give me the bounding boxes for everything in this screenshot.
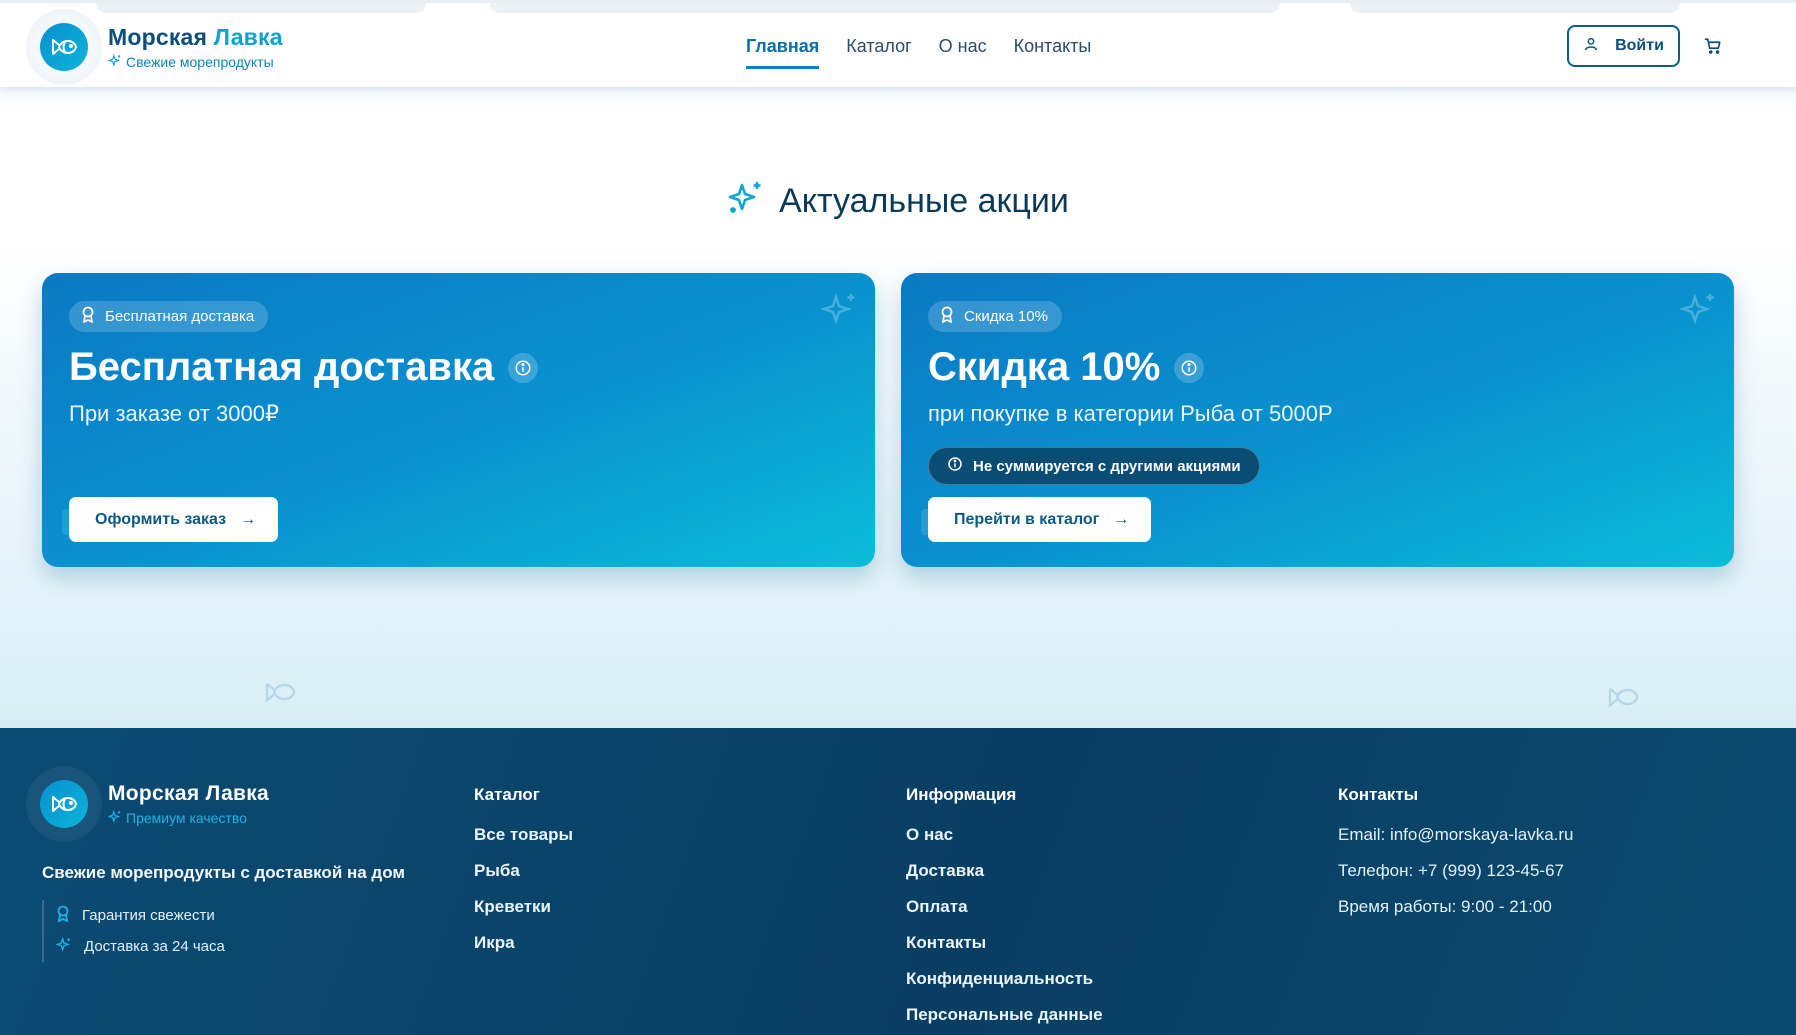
footer-link-about[interactable]: О нас [906,825,1103,861]
cart-icon[interactable] [1704,37,1722,60]
info-icon[interactable] [1174,352,1205,383]
footer-logo[interactable]: Морская Лавка Премиум качество [26,766,269,842]
logo-ring [26,766,102,842]
sparkles-icon [820,291,859,332]
promo-card-subtitle: При заказе от 3000₽ [69,401,279,426]
footer-logo-title: Морская Лавка [108,781,270,805]
nav-link-catalog[interactable]: Каталог [846,36,911,69]
promo-card-title: Скидка 10% [928,345,1205,390]
promo-card-subtitle: при покупке в категории Рыба от 5000Р [928,401,1333,426]
award-icon [56,905,70,926]
sparkles-icon [107,53,122,71]
site-footer: Морская Лавка Премиум качество Свежие мо… [0,728,1796,1035]
fish-icon [40,780,88,828]
promo-note-badge: Не суммируется с другими акциями [928,447,1260,485]
promo-card-title: Бесплатная доставка [69,345,539,390]
footer-link-all-products[interactable]: Все товары [474,825,573,861]
arrow-right-icon: → [1113,510,1130,528]
site-header: Морская Лавка Свежие морепродукты Главна… [0,0,1796,87]
footer-phone[interactable]: Телефон: +7 (999) 123-45-67 [1338,861,1574,897]
promotions-title: Актуальные акции [0,179,1796,224]
header-shadow-decoration [1350,3,1680,13]
info-icon[interactable] [508,352,539,383]
footer-link-payment[interactable]: Оплата [906,897,1103,933]
header-logo[interactable]: Морская Лавка Свежие морепродукты [26,9,283,85]
nav-link-home[interactable]: Главная [746,36,820,69]
promotions-section: Актуальные акции Бесплатная доставка Бес… [0,87,1796,728]
footer-column-title: Каталог [474,785,540,804]
footer-link-delivery[interactable]: Доставка [906,861,1103,897]
arrow-right-icon: → [240,510,257,528]
footer-link-personal-data[interactable]: Персональные данные [906,1005,1103,1035]
footer-column-info: Информация О нас Доставка Оплата Контакт… [906,785,1103,1035]
sparkles-icon [727,179,765,224]
footer-column-catalog: Каталог Все товары Рыба Креветки Икра [474,785,573,969]
go-to-catalog-button[interactable]: Перейти в каталог → [928,497,1152,542]
logo-subtitle: Свежие морепродукты [107,53,283,71]
user-icon [1583,36,1599,57]
footer-column-title: Контакты [1338,785,1419,804]
footer-feature: Гарантия свежести [56,900,225,931]
promo-badge: Скидка 10% [928,301,1062,332]
promo-card-free-delivery: Бесплатная доставка Бесплатная доставка … [42,273,875,567]
footer-email[interactable]: Email: info@morskaya-lavka.ru [1338,825,1574,861]
place-order-button[interactable]: Оформить заказ → [69,497,279,542]
header-shadow-decoration [490,3,1280,13]
footer-link-fish[interactable]: Рыба [474,861,573,897]
award-icon [81,306,95,327]
footer-logo-subtitle: Премиум качество [107,809,269,827]
promo-card-discount: Скидка 10% Скидка 10% при покупке в кате… [901,273,1734,567]
fish-icon [262,679,298,710]
fish-icon [1605,684,1641,715]
login-button[interactable]: Войти [1567,25,1680,67]
footer-hours: Время работы: 9:00 - 21:00 [1338,897,1552,916]
logo-ring [26,9,102,85]
main-nav: Главная Каталог О нас Контакты [746,36,1091,69]
nav-link-about[interactable]: О нас [939,36,987,69]
footer-link-caviar[interactable]: Икра [474,933,573,969]
sparkles-icon [55,936,72,957]
footer-column-contacts: Контакты Email: info@morskaya-lavka.ru Т… [1338,785,1574,933]
footer-column-title: Информация [906,785,1017,804]
nav-link-contacts[interactable]: Контакты [1014,36,1092,69]
footer-link-contacts[interactable]: Контакты [906,933,1103,969]
login-button-label: Войти [1615,37,1664,54]
footer-link-privacy[interactable]: Конфиденциальность [906,969,1103,1005]
promo-badge: Бесплатная доставка [69,301,269,332]
footer-feature: Доставка за 24 часа [55,931,225,962]
footer-link-shrimp[interactable]: Креветки [474,897,573,933]
info-icon [947,456,963,476]
sparkles-icon [107,809,122,827]
fish-icon [40,23,88,71]
footer-description: Свежие морепродукты с доставкой на дом [42,863,405,882]
award-icon [940,306,954,327]
sparkles-icon [1679,291,1718,332]
logo-title: Морская Лавка [108,23,283,50]
footer-features: Гарантия свежести Доставка за 24 часа [42,900,225,962]
